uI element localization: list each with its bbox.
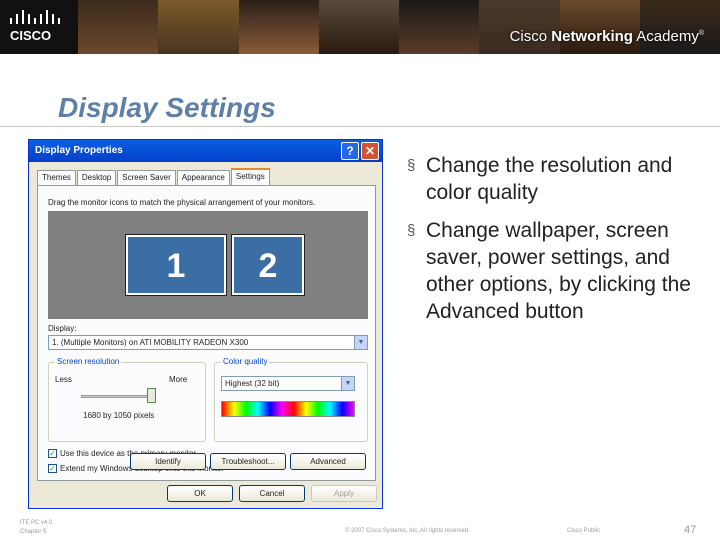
bullet-item: § Change the resolution and color qualit… bbox=[407, 154, 673, 204]
footer-course: ITE PC v4.0 bbox=[20, 520, 53, 526]
screen-resolution-group: Screen resolution Less More 1680 by 1050… bbox=[48, 357, 206, 442]
bullet-icon: § bbox=[407, 222, 416, 239]
footer-page-number: 47 bbox=[684, 524, 697, 536]
resolution-more-label: More bbox=[169, 375, 188, 384]
arrange-instruction: Drag the monitor icons to match the phys… bbox=[48, 198, 316, 207]
tab-strip: Themes Desktop Screen Saver Appearance S… bbox=[37, 168, 271, 186]
display-label: Display: bbox=[48, 324, 77, 333]
tab-screen-saver[interactable]: Screen Saver bbox=[117, 170, 176, 186]
bullet-list: § Change the resolution and color qualit… bbox=[404, 152, 704, 336]
slide: CISCO Cisco Networking Academy® Display … bbox=[0, 0, 720, 540]
resolution-less-label: Less bbox=[55, 375, 72, 384]
monitor-2-icon[interactable]: 2 bbox=[231, 234, 305, 296]
academy-wordmark: Cisco Networking Academy® bbox=[509, 28, 704, 45]
svg-text:CISCO: CISCO bbox=[10, 28, 51, 43]
settings-panel: Drag the monitor icons to match the phys… bbox=[37, 185, 376, 481]
screen-resolution-title: Screen resolution bbox=[55, 357, 122, 366]
chevron-down-icon: ▼ bbox=[341, 377, 354, 390]
footer-classification: Cisco Public bbox=[567, 528, 601, 534]
troubleshoot-button[interactable]: Troubleshoot... bbox=[210, 453, 286, 470]
color-quality-value: Highest (32 bit) bbox=[225, 379, 280, 388]
help-button[interactable]: ? bbox=[341, 142, 359, 160]
title-divider bbox=[0, 126, 720, 127]
slide-title: Display Settings bbox=[58, 92, 276, 123]
display-select[interactable]: 1. (Multiple Monitors) on ATI MOBILITY R… bbox=[48, 335, 368, 350]
monitor-1-icon[interactable]: 1 bbox=[125, 234, 227, 296]
banner-photos bbox=[78, 0, 720, 54]
tab-appearance[interactable]: Appearance bbox=[176, 170, 230, 186]
identify-button[interactable]: Identify bbox=[130, 453, 206, 470]
close-button[interactable]: ✕ bbox=[361, 142, 379, 160]
checkbox-checked-icon: ✓ bbox=[48, 449, 57, 459]
resolution-slider-thumb[interactable] bbox=[147, 388, 156, 403]
bullet-icon: § bbox=[407, 157, 416, 174]
resolution-slider[interactable] bbox=[81, 395, 153, 398]
cancel-button[interactable]: Cancel bbox=[239, 485, 305, 502]
color-quality-group: Color quality Highest (32 bit) ▼ bbox=[214, 357, 368, 442]
dialog-title: Display Properties bbox=[29, 140, 382, 162]
cisco-logo-icon: CISCO bbox=[10, 10, 60, 43]
tab-themes[interactable]: Themes bbox=[37, 170, 76, 186]
tab-desktop[interactable]: Desktop bbox=[76, 170, 117, 186]
tab-settings[interactable]: Settings bbox=[230, 168, 270, 186]
monitor-arrangement-area: 1 2 bbox=[48, 211, 368, 319]
color-quality-select[interactable]: Highest (32 bit) ▼ bbox=[221, 376, 355, 391]
checkbox-checked-icon: ✓ bbox=[48, 464, 57, 474]
apply-button[interactable]: Apply bbox=[311, 485, 377, 502]
chevron-down-icon: ▼ bbox=[354, 336, 367, 349]
footer-copyright: © 2007 Cisco Systems, Inc. All rights re… bbox=[345, 528, 470, 534]
color-spectrum-bar bbox=[221, 401, 355, 417]
display-properties-dialog: Display Properties ? ✕ Themes Desktop Sc… bbox=[28, 139, 383, 509]
ok-button[interactable]: OK bbox=[167, 485, 233, 502]
footer-chapter: Chapter 5 bbox=[20, 529, 47, 535]
resolution-value: 1680 by 1050 pixels bbox=[83, 411, 155, 420]
display-select-value: 1. (Multiple Monitors) on ATI MOBILITY R… bbox=[52, 338, 249, 347]
color-quality-title: Color quality bbox=[221, 357, 270, 366]
header-banner: CISCO Cisco Networking Academy® bbox=[0, 0, 720, 54]
advanced-button[interactable]: Advanced bbox=[290, 453, 366, 470]
bullet-item: § Change wallpaper, screen saver, power … bbox=[407, 219, 691, 323]
